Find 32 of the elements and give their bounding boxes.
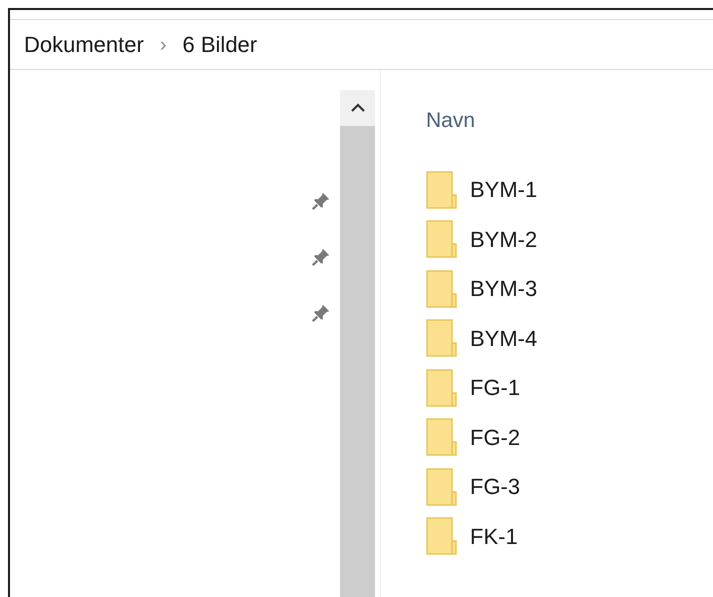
file-name: FG-2: [470, 424, 520, 452]
folder-icon: [426, 170, 458, 209]
file-name: FG-1: [470, 374, 520, 402]
folder-icon: [426, 270, 458, 308]
pin-icon[interactable]: [310, 302, 332, 324]
column-header[interactable]: Navn: [426, 105, 713, 135]
file-name: BYM-4: [470, 324, 538, 353]
breadcrumb-item[interactable]: Dokumenter: [24, 28, 144, 61]
breadcrumb-separator: ›: [158, 32, 168, 58]
file-item[interactable]: FG-3: [426, 462, 713, 512]
file-item[interactable]: BYM-2: [426, 214, 713, 264]
file-name: BYM-2: [470, 226, 538, 254]
pin-icon[interactable]: [310, 246, 332, 268]
folder-icon: [426, 368, 458, 407]
file-item[interactable]: BYM-4: [426, 314, 713, 363]
folder-icon: [426, 319, 458, 358]
pin-icon[interactable]: [310, 190, 332, 212]
folder-icon: [426, 517, 458, 556]
folder-icon: [426, 468, 458, 506]
caret-up-icon: [350, 103, 364, 113]
file-name: FK-1: [470, 522, 518, 551]
file-item[interactable]: BYM-1: [426, 165, 713, 214]
breadcrumb-item[interactable]: 6 Bilder: [182, 28, 258, 61]
file-name: BYM-1: [470, 176, 538, 204]
file-item[interactable]: FG-1: [426, 363, 713, 412]
file-item[interactable]: BYM-3: [426, 264, 713, 314]
file-name: BYM-3: [470, 275, 538, 304]
file-item[interactable]: FK-1: [426, 512, 713, 561]
file-name: FG-3: [470, 473, 520, 502]
folder-icon: [426, 418, 458, 456]
folder-icon: [426, 220, 458, 258]
file-item[interactable]: FG-2: [426, 412, 713, 462]
